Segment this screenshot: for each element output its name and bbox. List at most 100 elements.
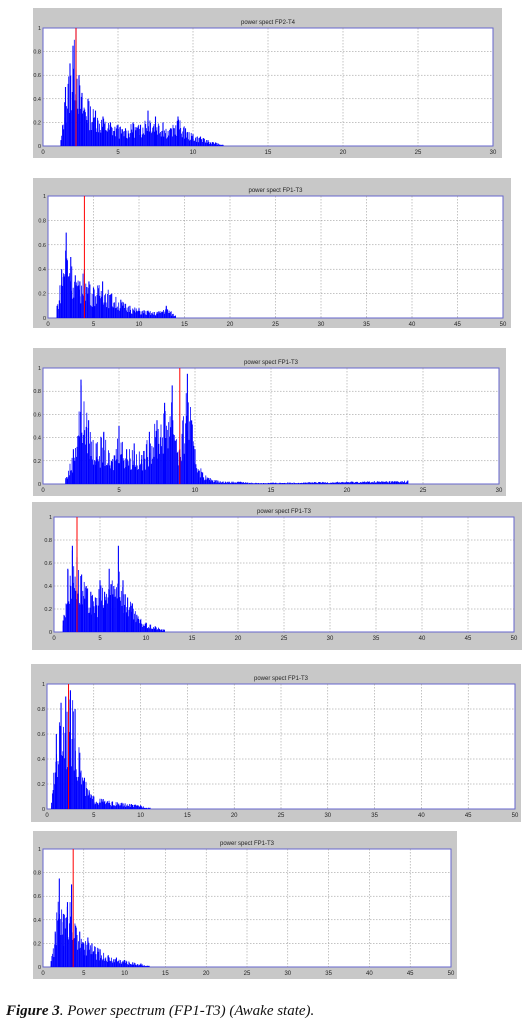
x-tick-label: 35 [325, 971, 332, 977]
chart-title: power spect FP1-T3 [244, 360, 299, 366]
x-tick-label: 30 [490, 150, 497, 156]
y-tick-label: 0.2 [37, 782, 45, 788]
y-tick-label: 0.8 [33, 871, 41, 877]
y-tick-label: 0.6 [37, 732, 45, 738]
y-tick-label: 0 [43, 316, 46, 322]
y-tick-label: 0.8 [44, 538, 52, 544]
y-tick-label: 0.4 [44, 584, 52, 590]
chart-1: power spect FP2-T4 0 5 10 15 20 25 30 0 0.2 0.4 0.6… [33, 20, 497, 156]
x-tick-label: 10 [192, 488, 199, 494]
x-tick-label: 20 [235, 636, 242, 642]
x-tick-label: 30 [496, 488, 503, 494]
y-tick-label: 0.2 [33, 120, 41, 126]
x-tick-label: 30 [327, 636, 334, 642]
chart-panel-6: power spect FP1-T3 0 5 10 15 20 25 30 35 40 45 50 0 0… [33, 831, 457, 979]
x-tick-label: 40 [366, 971, 373, 977]
x-tick-label: 50 [448, 971, 455, 977]
x-tick-label: 10 [190, 150, 197, 156]
y-tick-label: 1 [42, 682, 45, 688]
x-tick-label: 15 [162, 971, 169, 977]
y-tick-label: 0.8 [33, 50, 41, 56]
x-tick-label: 30 [318, 322, 325, 328]
x-tick-label: 5 [116, 150, 120, 156]
chart-panel-1: power spect FP2-T4 0 5 10 15 20 25 30 0 0.2 0.4 0.6… [33, 8, 502, 158]
x-tick-label: 0 [41, 488, 45, 494]
chart-6: power spect FP1-T3 0 5 10 15 20 25 30 35 40 45 50 0 0… [33, 841, 455, 977]
chart-panel-3: power spect FP1-T3 0 5 10 15 20 25 30 0 0.2 0.4 0.6… [33, 348, 506, 496]
x-tick-label: 35 [373, 636, 380, 642]
chart-title: power spect FP2-T4 [241, 20, 296, 26]
y-tick-label: 0 [49, 630, 52, 636]
chart-5: power spect FP1-T3 0 5 10 15 20 25 30 35 40 45 50 0 0… [37, 676, 519, 819]
y-tick-label: 0 [38, 482, 41, 488]
x-tick-label: 15 [181, 322, 188, 328]
y-tick-label: 0.6 [44, 561, 52, 567]
y-tick-label: 0.6 [33, 894, 41, 900]
y-tick-label: 0.2 [33, 941, 41, 947]
y-tick-label: 0 [38, 144, 41, 150]
y-tick-label: 0.2 [33, 459, 41, 465]
x-tick-label: 15 [265, 150, 272, 156]
x-tick-label: 10 [136, 322, 143, 328]
x-tick-label: 5 [82, 971, 86, 977]
y-tick-label: 1 [38, 366, 41, 372]
x-tick-label: 20 [231, 813, 238, 819]
x-tick-label: 25 [420, 488, 427, 494]
x-tick-label: 10 [137, 813, 144, 819]
x-tick-label: 5 [117, 488, 121, 494]
x-tick-label: 25 [244, 971, 251, 977]
y-tick-label: 0.4 [33, 436, 41, 442]
figure-caption: Figure 3. Power spectrum (FP1-T3) (Awake… [6, 1003, 522, 1020]
y-tick-label: 0.8 [38, 218, 46, 224]
x-tick-label: 25 [278, 813, 285, 819]
x-tick-label: 30 [284, 971, 291, 977]
x-tick-label: 10 [143, 636, 150, 642]
x-tick-label: 0 [41, 150, 45, 156]
x-tick-label: 15 [184, 813, 191, 819]
x-tick-label: 25 [415, 150, 422, 156]
chart-title: power spect FP1-T3 [220, 841, 275, 847]
chart-4: power spect FP1-T3 0 5 10 15 20 25 30 35 40 45 50 0 0… [44, 509, 518, 642]
x-tick-label: 45 [407, 971, 414, 977]
x-tick-label: 0 [52, 636, 56, 642]
x-tick-label: 20 [203, 971, 210, 977]
y-tick-label: 0.2 [44, 607, 52, 613]
chart-title: power spect FP1-T3 [257, 509, 312, 515]
chart-title: power spect FP1-T3 [254, 676, 309, 682]
chart-panel-4: power spect FP1-T3 0 5 10 15 20 25 30 35 40 45 50 0 0… [32, 502, 522, 650]
y-tick-label: 0.6 [33, 412, 41, 418]
chart-panel-2: power spect FP1-T3 0 5 10 15 20 25 30 35 40 45 50 0 0… [33, 178, 511, 328]
y-tick-label: 1 [38, 26, 41, 32]
chart-panel-5: power spect FP1-T3 0 5 10 15 20 25 30 35 40 45 50 0 0… [31, 664, 521, 822]
x-tick-label: 15 [268, 488, 275, 494]
y-tick-label: 0.8 [33, 389, 41, 395]
x-tick-label: 5 [98, 636, 102, 642]
y-tick-label: 1 [38, 847, 41, 853]
x-tick-label: 0 [41, 971, 45, 977]
x-tick-label: 30 [324, 813, 331, 819]
x-tick-label: 5 [92, 813, 96, 819]
x-tick-label: 45 [465, 636, 472, 642]
x-tick-label: 0 [45, 813, 49, 819]
x-tick-label: 10 [121, 971, 128, 977]
chart-3: power spect FP1-T3 0 5 10 15 20 25 30 0 0.2 0.4 0.6… [33, 360, 503, 494]
y-tick-label: 0.8 [37, 707, 45, 713]
y-tick-label: 0.6 [38, 243, 46, 249]
x-tick-label: 45 [465, 813, 472, 819]
y-tick-label: 0 [42, 807, 45, 813]
y-tick-label: 1 [43, 194, 46, 200]
y-tick-label: 0 [38, 965, 41, 971]
x-tick-label: 25 [281, 636, 288, 642]
y-tick-label: 0.4 [33, 918, 41, 924]
x-tick-label: 20 [227, 322, 234, 328]
chart-2: power spect FP1-T3 0 5 10 15 20 25 30 35 40 45 50 0 0… [38, 188, 507, 328]
x-tick-label: 5 [92, 322, 96, 328]
chart-title: power spect FP1-T3 [248, 188, 303, 194]
y-tick-label: 0.2 [38, 292, 46, 298]
x-tick-label: 40 [419, 636, 426, 642]
y-tick-label: 0.4 [33, 97, 41, 103]
x-tick-label: 45 [454, 322, 461, 328]
x-tick-label: 15 [189, 636, 196, 642]
figure-caption-label: Figure 3 [6, 1003, 60, 1019]
x-tick-label: 25 [272, 322, 279, 328]
